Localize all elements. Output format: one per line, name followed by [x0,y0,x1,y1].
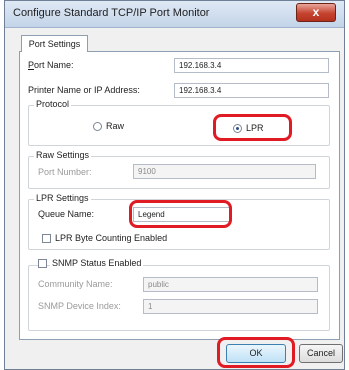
close-icon: x [312,5,320,19]
snmp-group [28,265,330,331]
lpr-highlight-box [213,114,292,141]
community-name-input[interactable]: public [143,277,318,292]
ok-highlight-box [217,337,295,368]
queue-name-label: Queue Name: [38,209,95,219]
snmp-device-index-input[interactable]: 1 [143,299,318,314]
lpr-byte-counting-label: LPR Byte Counting Enabled [55,233,168,243]
port-name-label: Port Name: [28,60,74,70]
snmp-device-index-label: SNMP Device Index: [38,301,121,311]
dialog-window: Configure Standard TCP/IP Port Monitor x… [4,0,345,370]
queue-name-highlight-box [129,200,232,228]
snmp-enabled-checkbox[interactable] [38,259,47,268]
tab-port-settings[interactable]: Port Settings [21,35,88,52]
printer-name-label: Printer Name or IP Address: [28,85,140,95]
window-title: Configure Standard TCP/IP Port Monitor [13,7,210,19]
port-number-label: Port Number: [38,167,92,177]
port-number-input[interactable]: 9100 [133,164,316,179]
protocol-group-title: Protocol [34,99,72,109]
raw-radio[interactable] [93,122,102,131]
title-bar[interactable]: Configure Standard TCP/IP Port Monitor x [5,1,344,28]
port-settings-panel: Port Name: 192.168.3.4 Printer Name or I… [19,51,340,340]
snmp-enabled-label: SNMP Status Enabled [50,258,144,268]
community-name-label: Community Name: [38,279,113,289]
printer-address-input[interactable]: 192.168.3.4 [174,83,329,98]
close-button[interactable]: x [296,3,336,22]
lpr-byte-counting-checkbox[interactable] [42,234,51,243]
port-name-input[interactable]: 192.168.3.4 [174,58,329,73]
raw-radio-label: Raw [106,121,125,131]
lpr-settings-title: LPR Settings [34,193,91,203]
cancel-button[interactable]: Cancel [299,344,343,363]
raw-settings-title: Raw Settings [34,150,92,160]
